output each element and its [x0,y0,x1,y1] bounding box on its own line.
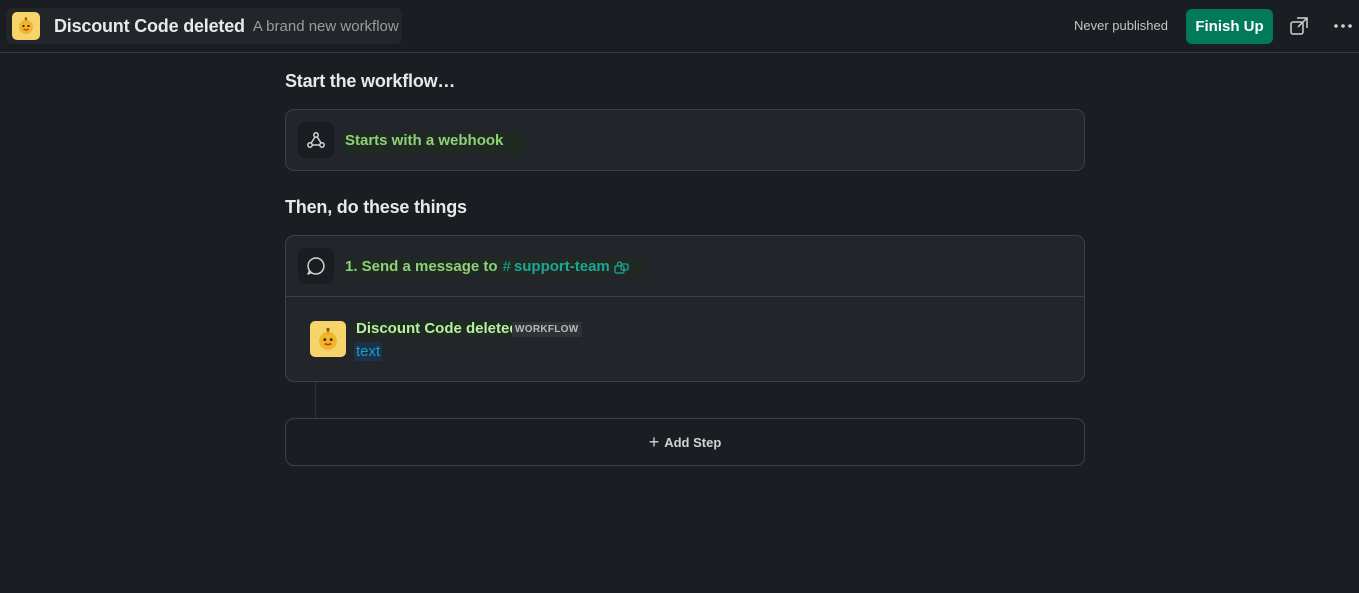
channel-mention[interactable]: # support-team [503,258,630,275]
workflow-bot-icon [12,12,40,40]
shared-channel-icon [614,260,630,274]
message-variable-text[interactable]: text [354,342,383,361]
workflow-bot-avatar [310,321,346,357]
step-action-text: 1. Send a message to [345,258,498,275]
webhook-icon [298,122,334,158]
steps-section-title: Then, do these things [285,197,467,217]
more-options-icon[interactable] [1330,13,1356,39]
workflow-badge: WORKFLOW [512,322,582,337]
step-divider [286,296,1084,297]
workflow-title: Discount Code deleted [54,15,245,36]
message-bubble-icon [298,248,334,284]
add-step-label: Add Step [664,434,722,450]
step-card[interactable]: 1. Send a message to # support-team Disc… [285,235,1085,382]
channel-hash: # [502,258,511,275]
open-external-icon[interactable] [1286,13,1312,39]
publish-status: Never published [1074,18,1168,33]
message-sender-name: Discount Code deleted [354,320,521,337]
trigger-label: Starts with a webhook [345,132,524,154]
finish-up-button[interactable]: Finish Up [1186,9,1273,44]
step-connector-line [315,382,316,418]
trigger-section-title: Start the workflow… [285,71,456,91]
workflow-title-pill[interactable]: Discount Code deleted A brand new workfl… [6,8,402,44]
add-step-button[interactable]: + Add Step [285,418,1085,466]
trigger-card[interactable]: Starts with a webhook [285,109,1085,171]
top-bar: Discount Code deleted A brand new workfl… [0,0,1359,53]
step-label: 1. Send a message to # support-team [345,258,644,275]
channel-name: support-team [513,258,610,275]
workflow-subtitle: A brand new workflow [252,17,399,35]
plus-icon: + [648,432,660,452]
